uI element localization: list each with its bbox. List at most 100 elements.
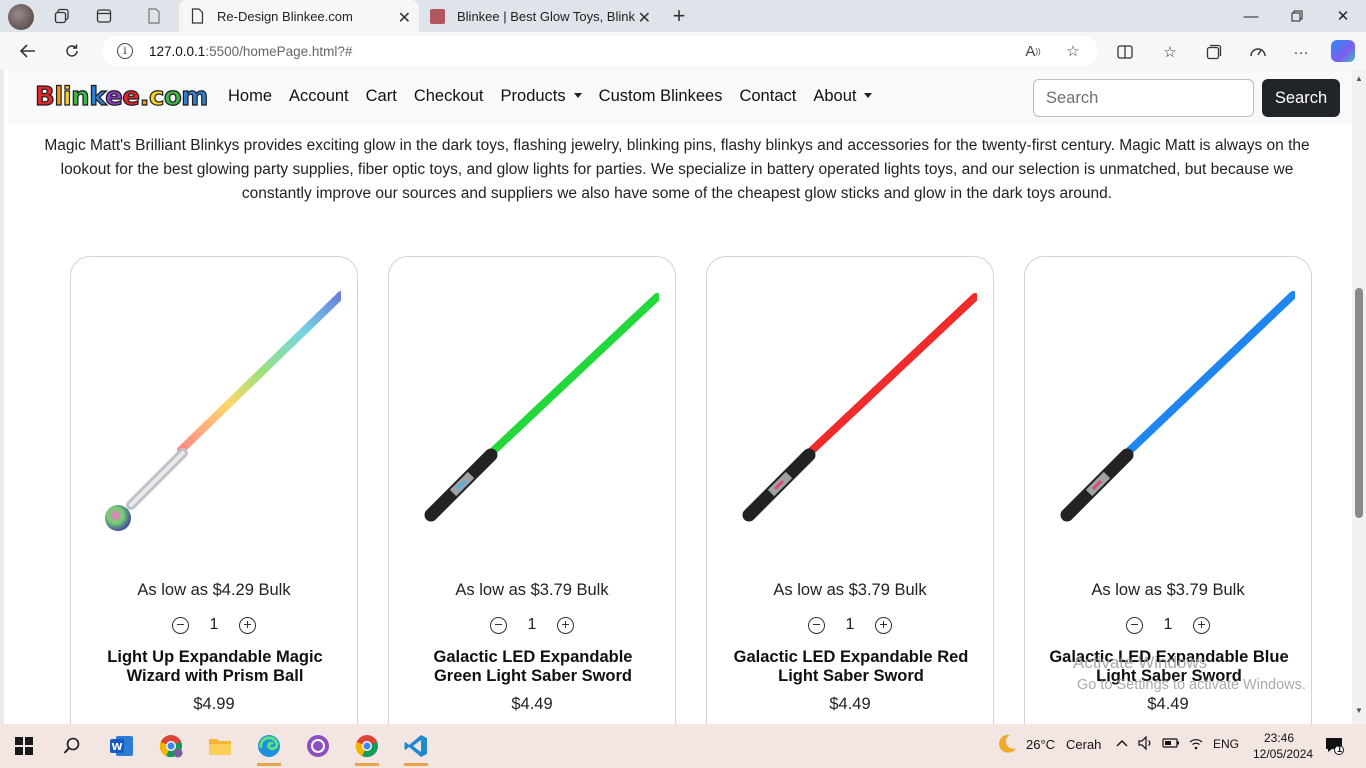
favorites-icon[interactable]: ☆ — [1159, 41, 1181, 63]
increase-quantity-icon[interactable] — [557, 616, 574, 634]
page-icon[interactable] — [140, 4, 168, 28]
browser-tab-bar: Re-Design Blinkee.com ✕ Blinkee | Best G… — [0, 0, 1366, 32]
new-tab-icon[interactable]: + — [666, 3, 692, 29]
windows-taskbar: W 26°C Cerah ENG 23:46 12/05/2024 1 — [0, 724, 1366, 768]
svg-text:W: W — [111, 742, 122, 753]
tab-actions-icon[interactable] — [90, 4, 118, 28]
page-scrollbar[interactable]: ▲ ▼ — [1352, 70, 1366, 724]
tab-blinkee[interactable]: Blinkee | Best Glow Toys, Blinkee ✕ — [419, 0, 659, 32]
bulk-price: As low as $4.29 Bulk — [137, 581, 291, 599]
language-indicator[interactable]: ENG — [1213, 737, 1239, 751]
word-icon[interactable]: W — [106, 730, 138, 762]
intro-paragraph: Magic Matt's Brilliant Blinkys provides … — [44, 137, 1310, 202]
read-aloud-icon[interactable]: A)) — [1023, 41, 1043, 61]
refresh-icon[interactable] — [57, 38, 87, 64]
bulk-price: As low as $3.79 Bulk — [773, 581, 927, 599]
tab-redesign[interactable]: Re-Design Blinkee.com ✕ — [179, 0, 419, 32]
product-price: $4.49 — [829, 695, 871, 713]
more-menu-icon[interactable]: ··· — [1290, 41, 1312, 63]
product-price: $4.99 — [193, 695, 235, 713]
nav-contact[interactable]: Contact — [739, 87, 796, 106]
nav-checkout[interactable]: Checkout — [414, 87, 484, 106]
chrome-profile-icon[interactable] — [155, 730, 187, 762]
back-icon[interactable] — [13, 38, 43, 64]
product-card: As low as $3.79 Bulk 1 Galactic LED Expa… — [388, 256, 676, 724]
product-name[interactable]: Galactic LED Expandable Green Light Sabe… — [409, 648, 657, 686]
nav-products-label: Products — [500, 87, 566, 105]
profile-avatar[interactable] — [8, 4, 34, 30]
blue-saber-image[interactable] — [1055, 285, 1295, 535]
wifi-icon[interactable] — [1188, 736, 1204, 753]
system-clock[interactable]: 23:46 12/05/2024 — [1253, 730, 1313, 762]
product-name[interactable]: Light Up Expandable Magic Wizard with Pr… — [91, 648, 339, 686]
caret-down-icon — [573, 93, 582, 98]
site-logo[interactable]: Blinkee.com — [34, 81, 209, 112]
watermark-subtitle: Go to Settings to activate Windows. — [1077, 677, 1306, 693]
copilot-icon[interactable] — [1331, 40, 1355, 62]
battery-icon[interactable] — [1162, 736, 1180, 753]
vscode-icon[interactable] — [400, 730, 432, 766]
workspaces-icon[interactable] — [48, 4, 76, 28]
restore-icon[interactable] — [1274, 0, 1320, 32]
scroll-down-icon[interactable]: ▼ — [1354, 706, 1364, 715]
red-saber-image[interactable] — [737, 285, 977, 535]
search-icon[interactable] — [56, 730, 88, 762]
performance-icon[interactable] — [1247, 41, 1269, 63]
product-price: $4.49 — [511, 695, 553, 713]
nav-cart[interactable]: Cart — [366, 87, 397, 106]
quantity-value: 1 — [209, 616, 219, 633]
favorite-star-icon[interactable]: ☆ — [1063, 41, 1083, 61]
product-card: As low as $4.29 Bulk 1 Light Up Expandab… — [70, 256, 358, 724]
weather-temperature[interactable]: 26°C — [1026, 737, 1055, 752]
nav-about-dropdown[interactable]: About — [813, 87, 873, 106]
clock-time: 23:46 — [1263, 731, 1295, 745]
decrease-quantity-icon[interactable] — [490, 616, 507, 634]
url-host: 127.0.0.1 — [149, 43, 206, 59]
chevron-up-icon[interactable] — [1116, 736, 1128, 751]
increase-quantity-icon[interactable] — [1193, 616, 1210, 634]
nav-custom-blinkees[interactable]: Custom Blinkees — [599, 87, 723, 106]
site-navbar: Blinkee.com Home Account Cart Checkout P… — [8, 70, 1352, 124]
windows-start-icon[interactable] — [8, 730, 40, 762]
nav-products-dropdown[interactable]: Products — [501, 87, 582, 106]
green-saber-image[interactable] — [419, 285, 659, 535]
quantity-value: 1 — [845, 616, 855, 633]
close-window-icon[interactable]: ✕ — [1320, 0, 1366, 32]
increase-quantity-icon[interactable] — [239, 616, 256, 634]
search-button[interactable]: Search — [1262, 79, 1340, 117]
github-desktop-icon[interactable] — [302, 730, 334, 762]
search-input[interactable] — [1033, 79, 1254, 117]
caret-down-icon — [864, 93, 873, 98]
edge-icon[interactable] — [253, 730, 285, 766]
product-price: $4.49 — [1147, 695, 1189, 713]
notification-count: 1 — [1337, 744, 1343, 754]
nav-about-label: About — [813, 87, 857, 105]
file-explorer-icon[interactable] — [204, 730, 236, 762]
minimize-icon[interactable]: — — [1228, 0, 1274, 32]
split-screen-icon[interactable] — [1114, 41, 1136, 63]
scroll-thumb[interactable] — [1355, 288, 1363, 518]
tab-title: Blinkee | Best Glow Toys, Blinkee — [457, 8, 635, 24]
address-toolbar: i 127.0.0.1:5500/homePage.html?# A)) ☆ ☆… — [0, 32, 1366, 70]
speaker-icon[interactable] — [1138, 735, 1154, 753]
nav-home[interactable]: Home — [228, 87, 272, 106]
weather-condition[interactable]: Cerah — [1066, 737, 1101, 752]
weather-moon-icon[interactable] — [996, 733, 1018, 758]
site-info-icon[interactable]: i — [117, 43, 133, 59]
close-tab-icon[interactable]: ✕ — [638, 8, 651, 28]
decrease-quantity-icon[interactable] — [1126, 616, 1143, 634]
page-icon — [189, 8, 205, 24]
scroll-up-icon[interactable]: ▲ — [1354, 74, 1364, 83]
chrome-icon[interactable] — [351, 730, 383, 766]
bulk-price: As low as $3.79 Bulk — [455, 581, 609, 599]
tab-title: Re-Design Blinkee.com — [217, 8, 353, 24]
decrease-quantity-icon[interactable] — [808, 616, 825, 634]
nav-account[interactable]: Account — [289, 87, 349, 106]
wizard-wand-image[interactable] — [101, 285, 341, 535]
decrease-quantity-icon[interactable] — [172, 616, 189, 634]
url-field[interactable]: i 127.0.0.1:5500/homePage.html?# — [102, 36, 1098, 66]
product-name[interactable]: Galactic LED Expandable Red Light Saber … — [727, 648, 975, 686]
increase-quantity-icon[interactable] — [875, 616, 892, 634]
collections-icon[interactable] — [1203, 41, 1225, 63]
close-tab-icon[interactable]: ✕ — [398, 8, 411, 28]
